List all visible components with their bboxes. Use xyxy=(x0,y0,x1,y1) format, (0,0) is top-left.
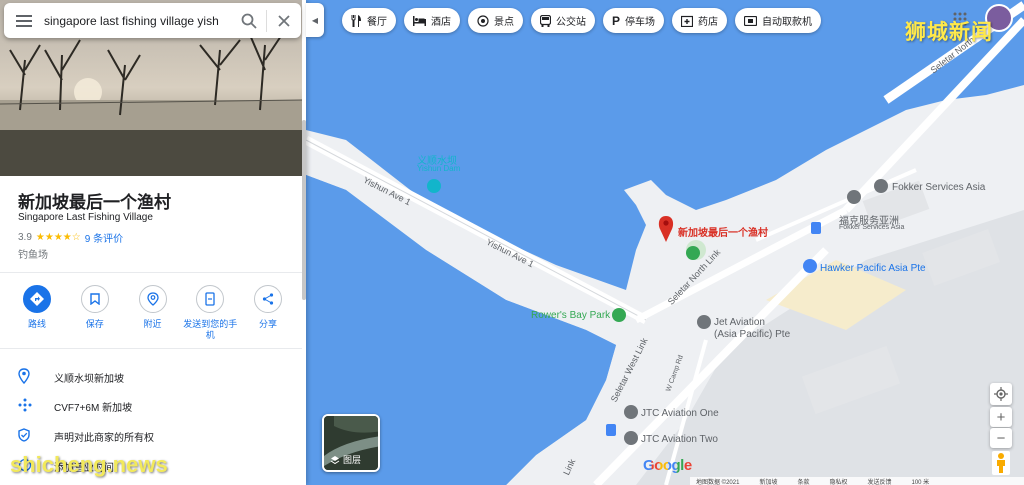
share-icon xyxy=(254,285,282,313)
minus-icon: − xyxy=(996,429,1006,447)
panel-scrollbar[interactable] xyxy=(302,120,306,300)
claim-business-row[interactable]: 声明对此商家的所有权 xyxy=(18,428,154,445)
watermark-top: 狮城新闻 xyxy=(905,21,993,44)
chip-atm[interactable]: 自动取款机 xyxy=(735,8,822,33)
parking-icon: P xyxy=(612,13,621,28)
bookmark-icon xyxy=(80,285,109,313)
bus-icon xyxy=(540,14,551,27)
map-canvas[interactable]: 义顺水坝 Yishun Dam 新加坡最后一个渔村 Fokker Service… xyxy=(306,0,1024,485)
zoom-in-button[interactable]: + xyxy=(990,407,1012,427)
map-label-jet-aviation-1[interactable]: Jet Aviation xyxy=(714,317,765,328)
my-location-button[interactable] xyxy=(990,383,1012,405)
nearby-label: 附近 xyxy=(143,319,162,329)
crosshair-icon xyxy=(994,387,1008,401)
chip-attractions-label: 景点 xyxy=(494,17,514,28)
chip-restaurant-label: 餐厅 xyxy=(367,17,387,28)
chip-pharmacy[interactable]: 药店 xyxy=(672,8,728,33)
address-row[interactable]: 义顺水坝新加坡 xyxy=(18,368,124,387)
pharmacy-icon xyxy=(681,15,694,27)
reviews-link[interactable]: 9 条评价 xyxy=(85,230,123,245)
footer-map-data[interactable]: 地图数据 ©2021 xyxy=(696,477,739,485)
address-text: 义顺水坝新加坡 xyxy=(54,374,124,385)
footer-scale[interactable]: 100 米 xyxy=(912,477,930,485)
rating-stars-icon: ★★★★☆ xyxy=(35,232,81,243)
place-rating: 3.9 ★★★★☆ 9 条评价 xyxy=(18,230,123,245)
chip-hotel[interactable]: 酒店 xyxy=(404,8,460,33)
search-input[interactable]: singapore last fishing village yish xyxy=(44,14,232,28)
chip-parking[interactable]: P 停车场 xyxy=(603,8,665,33)
map-label-yishun-dam-en[interactable]: Yishun Dam xyxy=(417,164,460,173)
plus-icon: + xyxy=(996,408,1006,426)
chip-pharmacy-label: 药店 xyxy=(698,17,719,28)
map-label-jet-aviation-2: (Asia Pacific) Pte xyxy=(714,329,791,340)
plus-code-row[interactable]: CVF7+6M 新加坡 xyxy=(18,398,132,415)
rating-value: 3.9 xyxy=(18,232,32,243)
nearby-icon xyxy=(138,285,167,313)
action-bar: 路线 保存 附近 发送到您的手机 分享 xyxy=(10,285,295,341)
map-label-rowers-bay[interactable]: Rower's Bay Park xyxy=(531,310,610,321)
footer-privacy[interactable]: 隐私权 xyxy=(829,477,847,485)
atm-icon xyxy=(744,15,758,26)
send-to-phone-icon xyxy=(196,285,225,313)
google-logo-text: Google xyxy=(643,457,692,474)
map-label-jtc-two[interactable]: JTC Aviation Two xyxy=(641,434,718,445)
hotel-icon xyxy=(413,15,426,26)
chip-restaurant[interactable]: 餐厅 xyxy=(342,8,396,33)
menu-icon[interactable] xyxy=(4,14,44,27)
place-subtitle: Singapore Last Fishing Village xyxy=(18,212,153,223)
chip-atm-label: 自动取款机 xyxy=(762,17,813,28)
plus-code-text: CVF7+6M 新加坡 xyxy=(54,403,133,414)
attractions-icon xyxy=(477,14,489,27)
map-label-jtc-one[interactable]: JTC Aviation One xyxy=(641,408,719,419)
chip-parking-label: 停车场 xyxy=(625,17,656,28)
layers-label-wrap: 图层 xyxy=(330,453,361,466)
plus-code-icon xyxy=(18,398,54,415)
shield-icon xyxy=(18,428,54,445)
layers-button[interactable]: 图层 xyxy=(322,414,380,472)
directions-button[interactable]: 路线 xyxy=(10,285,64,341)
send-to-phone-label: 发送到您的手机 xyxy=(183,319,238,340)
share-button[interactable]: 分享 xyxy=(241,285,295,341)
map-label-fokker-cn-en: Fokker Services Asia xyxy=(839,224,905,231)
category-chips: 餐厅 酒店 景点 公交站 P 停车场 药店 自动取款机 xyxy=(342,8,822,33)
save-label: 保存 xyxy=(85,319,104,329)
chevron-left-icon: ◀ xyxy=(311,15,319,25)
place-category[interactable]: 钓鱼场 xyxy=(18,246,48,261)
send-to-phone-button[interactable]: 发送到您的手机 xyxy=(183,285,237,341)
directions-icon xyxy=(23,285,51,313)
map-label-hawker[interactable]: Hawker Pacific Asia Pte xyxy=(820,263,926,274)
footer-terms[interactable]: 条款 xyxy=(797,477,809,485)
footer-feedback[interactable]: 发送反馈 xyxy=(867,477,891,485)
zoom-out-button[interactable]: − xyxy=(990,428,1012,448)
layers-icon xyxy=(330,455,340,464)
map-label-fokker[interactable]: Fokker Services Asia xyxy=(892,182,985,193)
chip-bus-stop[interactable]: 公交站 xyxy=(531,8,595,33)
claim-business-text: 声明对此商家的所有权 xyxy=(54,433,154,444)
save-button[interactable]: 保存 xyxy=(68,285,122,341)
share-label: 分享 xyxy=(258,319,277,329)
google-logo: Google xyxy=(643,457,692,474)
collapse-panel-button[interactable]: ◀ xyxy=(306,3,324,37)
restaurant-icon xyxy=(351,14,361,27)
close-icon[interactable] xyxy=(267,14,301,27)
chip-bus-stop-label: 公交站 xyxy=(556,17,586,28)
divider xyxy=(0,348,302,349)
place-panel: singapore last fishing village yish 新加坡最… xyxy=(0,0,306,485)
layers-label: 图层 xyxy=(343,455,362,465)
search-box: singapore last fishing village yish xyxy=(4,3,301,38)
chip-attractions[interactable]: 景点 xyxy=(468,8,523,33)
nearby-button[interactable]: 附近 xyxy=(126,285,180,341)
map-label-pin[interactable]: 新加坡最后一个渔村 xyxy=(678,224,768,239)
directions-label: 路线 xyxy=(27,319,46,329)
watermark-bottom: shicheng.news xyxy=(10,452,168,477)
search-icon[interactable] xyxy=(232,13,266,29)
map-footer: 地图数据 ©2021 新加坡 条款 隐私权 发送反馈 100 米 xyxy=(690,477,1024,485)
divider xyxy=(0,272,302,273)
chip-hotel-label: 酒店 xyxy=(431,17,451,28)
pegman-icon[interactable] xyxy=(992,451,1010,475)
footer-region[interactable]: 新加坡 xyxy=(759,477,777,485)
place-title: 新加坡最后一个渔村 xyxy=(18,193,171,212)
location-pin-icon xyxy=(18,368,54,387)
